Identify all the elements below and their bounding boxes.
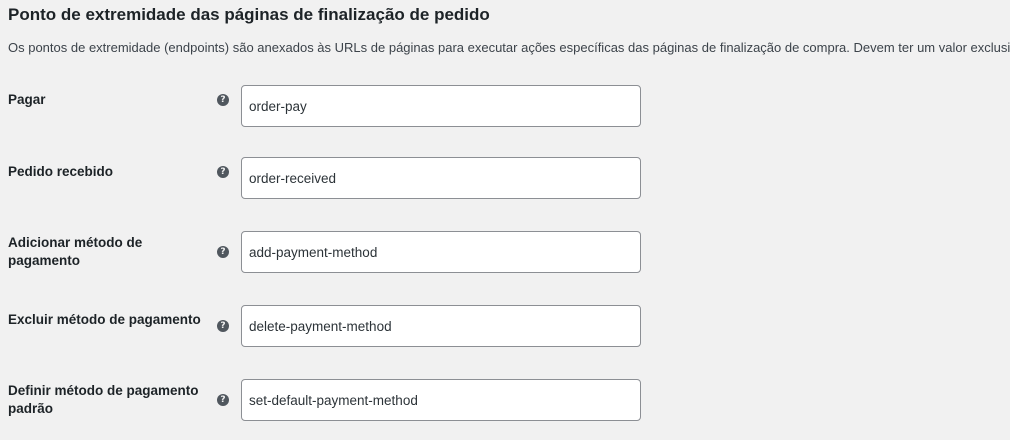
section-title: Ponto de extremidade das páginas de fina…	[8, 5, 490, 24]
endpoint-row-delete-payment-method: Excluir método de pagamento ?	[0, 305, 1010, 347]
question-circle-icon[interactable]: ?	[217, 94, 229, 106]
section-description: Os pontos de extremidade (endpoints) são…	[8, 40, 1010, 55]
field-label-delete-payment-method: Excluir método de pagamento	[8, 312, 201, 327]
question-circle-icon[interactable]: ?	[217, 246, 229, 258]
endpoint-input-set-default-payment-method[interactable]	[241, 379, 641, 421]
field-label-add-payment-method: Adicionar método de pagamento	[8, 235, 143, 268]
endpoint-row-pay: Pagar ?	[0, 85, 1010, 127]
endpoint-input-add-payment-method[interactable]	[241, 231, 641, 273]
field-label-set-default-payment-method: Definir método de pagamento padrão	[8, 383, 199, 416]
endpoint-row-add-payment-method: Adicionar método de pagamento ?	[0, 231, 1010, 273]
question-circle-icon[interactable]: ?	[217, 166, 229, 178]
question-circle-icon[interactable]: ?	[217, 394, 229, 406]
endpoint-input-order-received[interactable]	[241, 157, 641, 199]
endpoint-row-order-received: Pedido recebido ?	[0, 157, 1010, 199]
endpoint-input-delete-payment-method[interactable]	[241, 305, 641, 347]
field-label-pay: Pagar	[8, 92, 46, 107]
endpoint-input-pay[interactable]	[241, 85, 641, 127]
question-circle-icon[interactable]: ?	[217, 320, 229, 332]
endpoint-row-set-default-payment-method: Definir método de pagamento padrão ?	[0, 379, 1010, 421]
field-label-order-received: Pedido recebido	[8, 164, 114, 179]
